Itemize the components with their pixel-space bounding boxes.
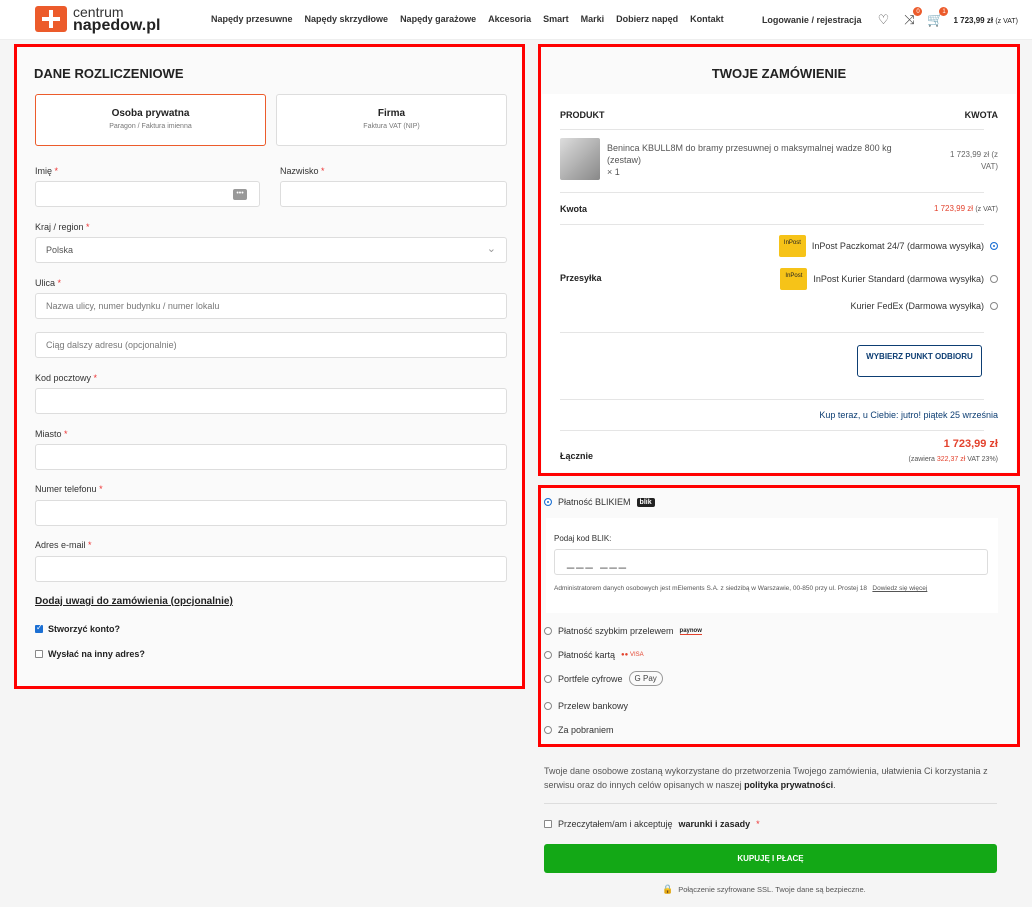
- terms-checkbox[interactable]: [544, 820, 552, 828]
- logo-line2: napedow.pl: [73, 17, 161, 34]
- highlight-frame-billing: [14, 44, 525, 689]
- login-link[interactable]: Logowanie / rejestracja: [762, 15, 862, 25]
- nav-item[interactable]: Dobierz napęd: [616, 14, 678, 24]
- heart-icon[interactable]: ♡: [875, 12, 891, 28]
- nav-item[interactable]: Akcesoria: [488, 14, 531, 24]
- nav-item[interactable]: Marki: [581, 14, 605, 24]
- nav-item[interactable]: Napędy skrzydłowe: [305, 14, 389, 24]
- cart-badge: 1: [939, 7, 949, 16]
- divider: [544, 803, 997, 804]
- nav-item[interactable]: Napędy garażowe: [400, 14, 476, 24]
- nav-item[interactable]: Smart: [543, 14, 569, 24]
- terms-prefix: Przeczytałem/am i akceptuję: [558, 819, 673, 829]
- ssl-note-text: Połączenie szyfrowane SSL. Twoje dane są…: [678, 885, 866, 894]
- cart-icon[interactable]: 🛒 1: [927, 7, 949, 28]
- compare-icon[interactable]: ⤨ 0: [901, 7, 923, 28]
- lock-icon: 🔒: [662, 884, 674, 894]
- cart-total-value: 1 723,99 zł: [953, 15, 994, 25]
- highlight-frame-payment: [538, 485, 1020, 747]
- terms-required-mark: *: [756, 819, 760, 829]
- nav-item[interactable]: Napędy przesuwne: [211, 14, 293, 24]
- place-order-button[interactable]: KUPUJĘ I PŁACĘ: [544, 844, 997, 873]
- highlight-frame-order: [538, 44, 1020, 476]
- nav-item[interactable]: Kontakt: [690, 14, 724, 24]
- terms-link[interactable]: warunki i zasady: [679, 819, 751, 829]
- logo-mark-icon: [35, 6, 67, 32]
- privacy-policy-link[interactable]: polityka prywatności: [744, 780, 833, 790]
- cart-total[interactable]: 1 723,99 zł (z VAT): [953, 16, 1018, 25]
- cart-total-vat: (z VAT): [995, 17, 1018, 25]
- ssl-note: 🔒 Połączenie szyfrowane SSL. Twoje dane …: [662, 884, 866, 895]
- privacy-notice: Twoje dane osobowe zostaną wykorzystane …: [544, 766, 988, 790]
- site-header: centrum napedow.pl Napędy przesuwne Napę…: [0, 0, 1032, 40]
- compare-badge: 0: [913, 7, 923, 16]
- main-nav: Napędy przesuwne Napędy skrzydłowe Napęd…: [211, 14, 736, 24]
- site-logo[interactable]: centrum napedow.pl: [35, 5, 161, 34]
- terms-option[interactable]: Przeczytałem/am i akceptuję warunki i za…: [544, 819, 760, 829]
